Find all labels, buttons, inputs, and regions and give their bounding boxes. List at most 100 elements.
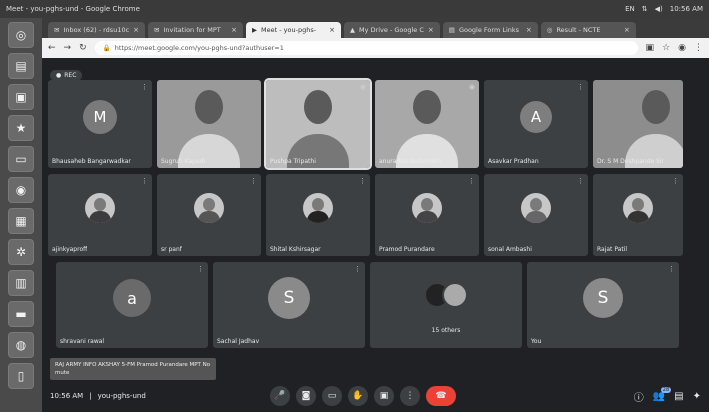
terminal-icon[interactable]: ▣ (8, 84, 34, 110)
video-icon: ▶ (252, 26, 258, 34)
close-icon[interactable]: × (133, 26, 139, 34)
participant-tile[interactable]: ⋮ Pramod Purandare (375, 174, 479, 256)
participant-tile[interactable]: ◉ anuradha deshmukh (375, 80, 479, 168)
tile-row-1: M ⋮ Bhausaheb Bangarwadkar Sugruti Kapad… (48, 78, 683, 170)
close-icon[interactable]: × (624, 26, 630, 34)
url-text: https://meet.google.com/you-pghs-und?aut… (114, 44, 284, 52)
chromium-icon[interactable]: ◎ (8, 22, 34, 48)
chat-icon[interactable]: ▤ (674, 391, 683, 402)
close-icon[interactable]: × (231, 26, 237, 34)
more-icon[interactable]: ⋮ (250, 177, 257, 185)
self-tile[interactable]: S ⋮ You (527, 262, 679, 348)
meet-stage: ● REC M ⋮ Bhausaheb Bangarwadkar Sugruti … (42, 58, 709, 412)
mic-toggle-icon[interactable]: 🎤 (270, 386, 290, 406)
more-icon[interactable]: ⋮ (468, 177, 475, 185)
present-icon[interactable]: ▣ (374, 386, 394, 406)
participant-tile[interactable]: Dr. S M Deshpande Sir (593, 80, 683, 168)
document-icon[interactable]: ▦ (8, 208, 34, 234)
participant-tile[interactable]: ⋮ ajinkyaproff (48, 174, 152, 256)
more-icon[interactable]: ⋮ (354, 265, 361, 273)
camera-toggle-icon[interactable]: ◙ (296, 386, 316, 406)
video-feed (266, 80, 370, 168)
more-icon[interactable]: ⋮ (141, 83, 148, 91)
avatar: A (520, 100, 552, 133)
participant-name: sr panf (161, 246, 182, 253)
others-tile[interactable]: 15 others (370, 262, 522, 348)
participant-tile[interactable]: M ⋮ Bhausaheb Bangarwadkar (48, 80, 152, 168)
trash-icon[interactable]: ▯ (8, 363, 34, 389)
settings-icon[interactable]: ◉ (8, 177, 34, 203)
tab-drive[interactable]: ▲ My Drive - Google C × (344, 22, 440, 38)
more-icon[interactable]: ⋮ (577, 83, 584, 91)
back-icon[interactable]: ← (48, 43, 56, 53)
drive-icon[interactable]: ▬ (8, 301, 34, 327)
tab-result[interactable]: ◎ Result - NCTE × (540, 22, 636, 38)
people-icon[interactable]: 👥 28 (653, 386, 672, 402)
close-icon[interactable]: × (428, 26, 434, 34)
participant-name: Sugruti Kapadi (161, 158, 206, 165)
menu-icon[interactable]: ⋮ (694, 43, 703, 53)
tile-row-2: ⋮ ajinkyaproff ⋮ sr panf ⋮ Shital Kshirs… (48, 174, 683, 256)
tab-meet[interactable]: ▶ Meet - you-pghs- × (246, 22, 342, 38)
side-controls: ⓘ 👥 28 ▤ ✦ (634, 386, 701, 404)
participant-tile[interactable]: ⋮ sr panf (157, 174, 261, 256)
more-options-icon[interactable]: ⋮ (400, 386, 420, 406)
participant-name: Pushpa Tripathi (270, 158, 316, 165)
avatar: M (83, 99, 117, 134)
more-icon[interactable]: ⋮ (197, 265, 204, 273)
avatar (85, 193, 115, 224)
clock[interactable]: 10:56 AM (670, 5, 703, 13)
raise-hand-icon[interactable]: ✋ (348, 386, 368, 406)
participant-name: Dr. S M Deshpande Sir (597, 158, 665, 165)
tab-inbox[interactable]: ✉ Inbox (62) - rdsu10c × (48, 22, 146, 38)
others-avatars (424, 281, 468, 308)
avatar (521, 193, 551, 224)
chrome-icon[interactable]: ◍ (8, 332, 34, 358)
leave-call-icon[interactable]: ☎ (426, 386, 456, 406)
bookmark-star-icon[interactable]: ☆ (662, 43, 670, 53)
participant-tile[interactable]: a ⋮ shravani rawal (56, 262, 208, 348)
participant-tile[interactable]: ⋮ Shital Kshirsagar (266, 174, 370, 256)
camera-icon[interactable]: ▣ (646, 43, 655, 53)
avatar (194, 193, 224, 224)
tab-label: Google Form Links (458, 26, 520, 34)
activities-icon[interactable]: ✦ (693, 391, 701, 402)
participant-tile[interactable]: S ⋮ Sachal Jadhav (213, 262, 365, 348)
meeting-code: you-pghs-und (97, 392, 146, 400)
forward-icon[interactable]: → (64, 43, 72, 53)
participant-tile[interactable]: ◉ Pushpa Tripathi (264, 78, 372, 170)
keyboard-indicator[interactable]: EN (625, 5, 635, 13)
volume-icon[interactable]: ◀) (655, 5, 663, 13)
captions-icon[interactable]: ▭ (322, 386, 342, 406)
more-icon[interactable]: ⋮ (577, 177, 584, 185)
tab-invitation[interactable]: ✉ Invitation for MPT × (148, 22, 244, 38)
tab-forms[interactable]: ▤ Google Form Links × (442, 22, 538, 38)
launcher-sidebar: ◎ ▤ ▣ ★ ▭ ◉ ▦ ✲ ▥ ▬ ◍ ▯ (0, 18, 42, 412)
close-icon[interactable]: × (329, 26, 335, 34)
gear-icon[interactable]: ✲ (8, 239, 34, 265)
others-count: 15 others (431, 327, 461, 334)
calc-icon[interactable]: ▥ (8, 270, 34, 296)
files-icon[interactable]: ▤ (8, 53, 34, 79)
participant-tile[interactable]: ⋮ Rajat Patil (593, 174, 683, 256)
more-icon[interactable]: ⋮ (672, 177, 679, 185)
drive-icon: ▲ (350, 26, 356, 34)
meeting-time: 10:56 AM (50, 392, 84, 400)
system-tray[interactable]: EN ⇅ ◀) 10:56 AM (625, 5, 703, 13)
address-bar[interactable]: 🔒 https://meet.google.com/you-pghs-und?a… (94, 41, 638, 55)
extension-icon[interactable]: ◉ (678, 43, 686, 53)
reload-icon[interactable]: ↻ (79, 43, 87, 53)
more-icon[interactable]: ⋮ (141, 177, 148, 185)
folder-icon[interactable]: ▭ (8, 146, 34, 172)
participant-tile[interactable]: ⋮ sonal Ambashi (484, 174, 588, 256)
participant-tile[interactable]: A ⋮ Asavkar Pradhan (484, 80, 588, 168)
tab-label: Result - NCTE (556, 26, 601, 34)
participant-tile[interactable]: Sugruti Kapadi (157, 80, 261, 168)
info-icon[interactable]: ⓘ (634, 389, 644, 404)
star-icon[interactable]: ★ (8, 115, 34, 141)
network-icon[interactable]: ⇅ (642, 5, 648, 13)
close-icon[interactable]: × (526, 26, 532, 34)
video-feed (375, 80, 479, 168)
more-icon[interactable]: ⋮ (359, 177, 366, 185)
more-icon[interactable]: ⋮ (668, 265, 675, 273)
